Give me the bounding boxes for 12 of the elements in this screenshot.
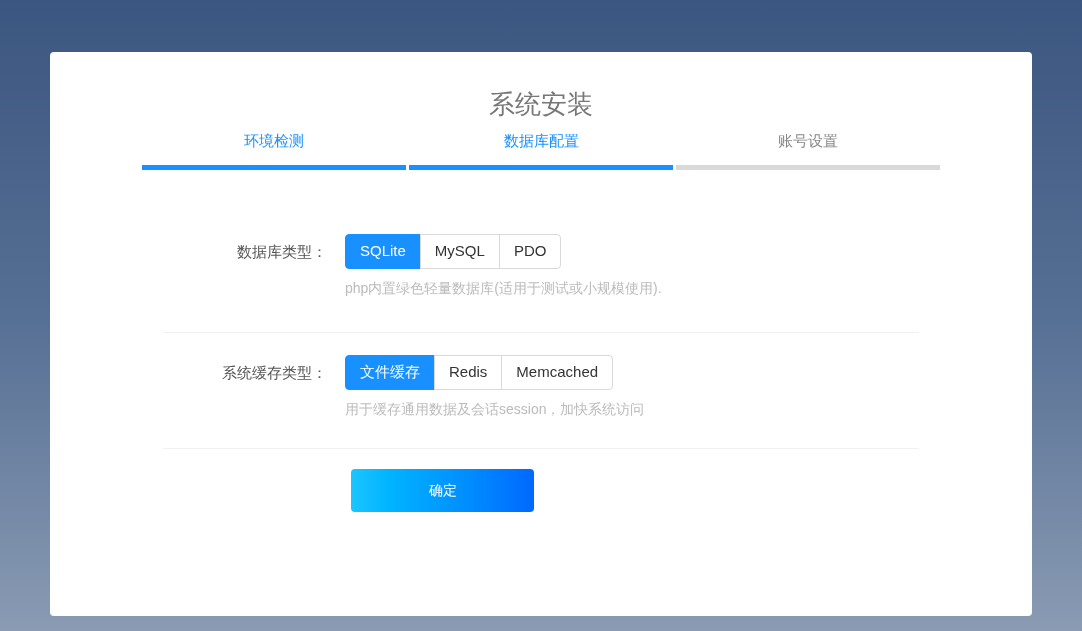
field-label: 数据库类型： [236, 242, 328, 262]
step-label: 环境检测 [244, 131, 304, 151]
option-button[interactable]: Redis [434, 355, 503, 390]
hint-text: php内置绿色轻量数据库(适用于测试或小规模使用). [345, 279, 662, 298]
option-button[interactable]: MySQL [419, 234, 500, 269]
step-label: 账号设置 [778, 131, 838, 151]
field-label: 系统缓存类型： [221, 363, 328, 383]
hint-text: 用于缓存通用数据及会话session，加快系统访问 [345, 400, 645, 419]
option-button[interactable]: PDO [498, 234, 562, 269]
page-title: 系统安装 [489, 88, 593, 121]
step-label: 数据库配置 [503, 131, 579, 151]
option-button[interactable]: Memcached [501, 355, 614, 390]
